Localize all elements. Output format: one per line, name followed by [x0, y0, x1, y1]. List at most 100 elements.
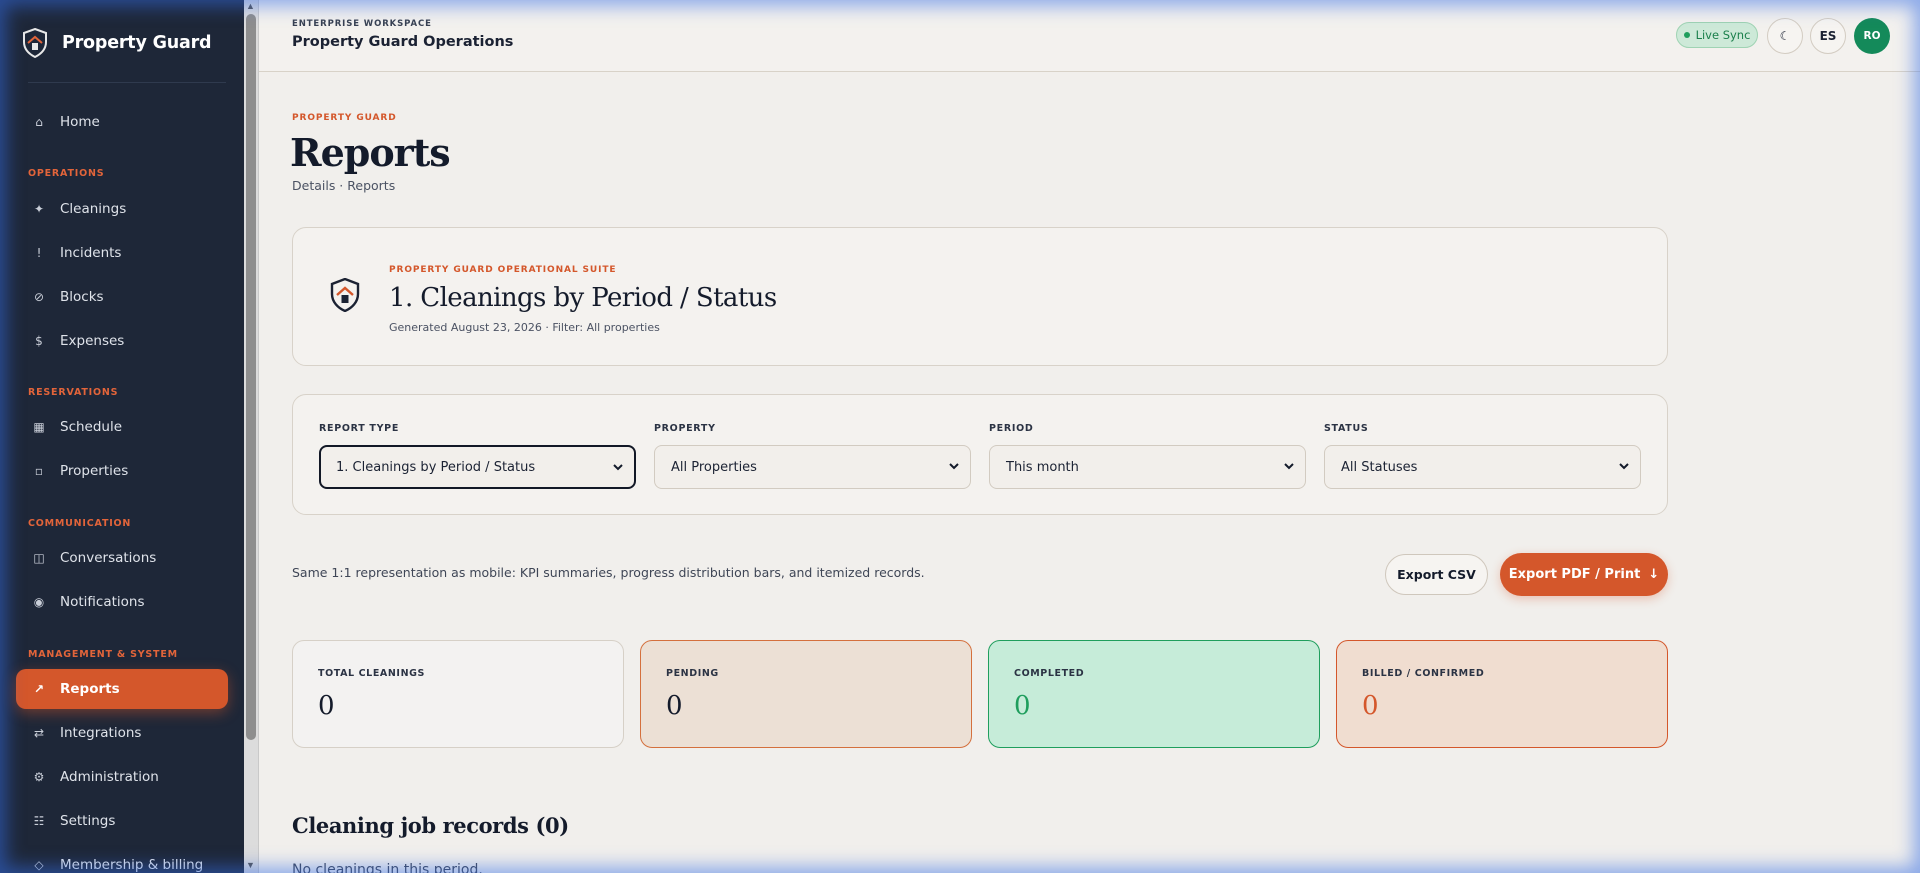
- sidebar-item-integrations[interactable]: ⇄ Integrations: [16, 713, 228, 753]
- report-type-label: REPORT TYPE: [319, 423, 400, 434]
- kpi-value: 0: [1014, 691, 1031, 721]
- status-value: All Statuses: [1341, 459, 1418, 475]
- page-eyebrow: PROPERTY GUARD: [292, 113, 397, 123]
- records-empty-state: No cleanings in this period.: [292, 862, 483, 873]
- export-pdf-label: Export PDF / Print: [1508, 567, 1641, 582]
- brand-name: Property Guard: [62, 33, 212, 53]
- sidebar-item-cleanings[interactable]: ✦ Cleanings: [16, 189, 228, 229]
- topbar: ENTERPRISE WORKSPACE Property Guard Oper…: [259, 0, 1920, 72]
- theme-toggle-button[interactable]: ☾: [1767, 18, 1803, 54]
- calendar-icon: ▦: [33, 420, 45, 434]
- status-select[interactable]: All Statuses: [1324, 445, 1641, 489]
- sidebar-item-blocks[interactable]: ⊘ Blocks: [16, 277, 228, 317]
- workspace-eyebrow: ENTERPRISE WORKSPACE: [292, 19, 432, 29]
- scroll-down-icon[interactable]: ▼: [246, 860, 255, 870]
- sidebar-item-label: Membership & billing: [60, 857, 204, 873]
- sidebar-item-label: Administration: [60, 769, 159, 785]
- sidebar-item-reports[interactable]: ↗ Reports: [16, 669, 228, 709]
- kpi-value: 0: [1362, 691, 1379, 721]
- sidebar-item-label: Incidents: [60, 245, 122, 261]
- sidebar-item-settings[interactable]: ☷ Settings: [16, 801, 228, 841]
- report-meta: Generated August 23, 2026 · Filter: All …: [389, 321, 660, 334]
- section-management: MANAGEMENT & SYSTEM: [28, 649, 178, 660]
- kpi-value: 0: [666, 691, 683, 721]
- sidebar-item-label: Expenses: [60, 333, 125, 349]
- diamond-icon: ◇: [34, 858, 44, 872]
- report-title: 1. Cleanings by Period / Status: [389, 283, 777, 313]
- chevron-down-icon: [1284, 463, 1294, 470]
- sidebar-item-label: Reports: [60, 681, 120, 697]
- scrollbar-thumb[interactable]: [246, 14, 256, 740]
- sliders-icon: ☷: [33, 814, 45, 828]
- sidebar-item-label: Properties: [60, 463, 129, 479]
- building-icon: ▫: [34, 464, 44, 478]
- property-value: All Properties: [671, 459, 757, 475]
- records-title: Cleaning job records (0): [292, 813, 569, 838]
- page-title: Reports: [290, 130, 451, 175]
- property-select[interactable]: All Properties: [654, 445, 971, 489]
- sidebar: Property Guard ⌂ Home OPERATIONS ✦ Clean…: [0, 0, 244, 873]
- period-label: PERIOD: [989, 423, 1034, 434]
- kpi-label: COMPLETED: [1014, 668, 1085, 679]
- live-sync-badge: Live Sync: [1676, 22, 1758, 48]
- sidebar-item-label: Cleanings: [60, 201, 127, 217]
- sidebar-item-label: Integrations: [60, 725, 142, 741]
- sidebar-item-label: Conversations: [60, 550, 157, 566]
- arrow-down-icon: ↓: [1648, 567, 1660, 582]
- sidebar-item-conversations[interactable]: ◫ Conversations: [16, 538, 228, 578]
- sidebar-item-notifications[interactable]: ◉ Notifications: [16, 582, 228, 622]
- sidebar-item-schedule[interactable]: ▦ Schedule: [16, 407, 228, 447]
- moon-icon: ☾: [1779, 29, 1791, 43]
- kpi-label: BILLED / CONFIRMED: [1362, 668, 1485, 679]
- report-type-select[interactable]: 1. Cleanings by Period / Status: [319, 445, 636, 489]
- sidebar-item-home[interactable]: ⌂ Home: [16, 102, 228, 142]
- sparkle-icon: ✦: [33, 202, 45, 216]
- sidebar-item-label: Home: [60, 114, 100, 130]
- chat-icon: ◫: [33, 551, 45, 565]
- section-operations: OPERATIONS: [28, 168, 105, 179]
- avatar[interactable]: RO: [1854, 18, 1890, 54]
- section-reservations: RESERVATIONS: [28, 387, 119, 398]
- alert-icon: !: [36, 246, 42, 260]
- report-header-card: PROPERTY GUARD OPERATIONAL SUITE 1. Clea…: [292, 227, 1668, 366]
- sidebar-item-incidents[interactable]: ! Incidents: [16, 233, 228, 273]
- sidebar-item-label: Notifications: [60, 594, 145, 610]
- kpi-label: TOTAL CLEANINGS: [318, 668, 425, 679]
- export-csv-button[interactable]: Export CSV: [1385, 554, 1488, 595]
- language-button[interactable]: ES: [1810, 18, 1846, 54]
- brand[interactable]: Property Guard: [22, 28, 212, 58]
- shield-logo-icon: [330, 278, 360, 312]
- report-eyebrow: PROPERTY GUARD OPERATIONAL SUITE: [389, 265, 617, 275]
- sidebar-item-properties[interactable]: ▫ Properties: [16, 451, 228, 491]
- dollar-icon: $: [35, 334, 43, 348]
- kpi-label: PENDING: [666, 668, 719, 679]
- bell-icon: ◉: [33, 595, 45, 609]
- shield-logo-icon: [23, 28, 47, 58]
- sidebar-item-label: Blocks: [60, 289, 104, 305]
- trend-icon: ↗: [33, 682, 45, 696]
- report-type-value: 1. Cleanings by Period / Status: [336, 459, 536, 475]
- vertical-scrollbar[interactable]: ▲ ▼: [244, 0, 259, 873]
- divider: [28, 82, 226, 83]
- gear-icon: ⚙: [33, 770, 45, 784]
- filters-card: REPORT TYPE 1. Cleanings by Period / Sta…: [292, 394, 1668, 515]
- property-label: PROPERTY: [654, 423, 716, 434]
- kpi-completed: COMPLETED 0: [988, 640, 1320, 748]
- chevron-down-icon: [1619, 463, 1629, 470]
- block-icon: ⊘: [33, 290, 45, 304]
- chevron-down-icon: [949, 463, 959, 470]
- swap-icon: ⇄: [33, 726, 45, 740]
- scroll-up-icon[interactable]: ▲: [246, 1, 255, 11]
- sidebar-item-administration[interactable]: ⚙ Administration: [16, 757, 228, 797]
- kpi-billed-confirmed: BILLED / CONFIRMED 0: [1336, 640, 1668, 748]
- chevron-down-icon: [613, 464, 623, 471]
- sidebar-item-expenses[interactable]: $ Expenses: [16, 321, 228, 361]
- home-icon: ⌂: [35, 115, 43, 129]
- sidebar-item-membership[interactable]: ◇ Membership & billing: [16, 845, 228, 873]
- status-dot-icon: [1683, 32, 1690, 38]
- period-select[interactable]: This month: [989, 445, 1306, 489]
- kpi-value: 0: [318, 691, 335, 721]
- breadcrumb: Details · Reports: [292, 178, 396, 193]
- workspace-title: Property Guard Operations: [292, 34, 514, 50]
- export-pdf-button[interactable]: Export PDF / Print ↓: [1500, 553, 1668, 596]
